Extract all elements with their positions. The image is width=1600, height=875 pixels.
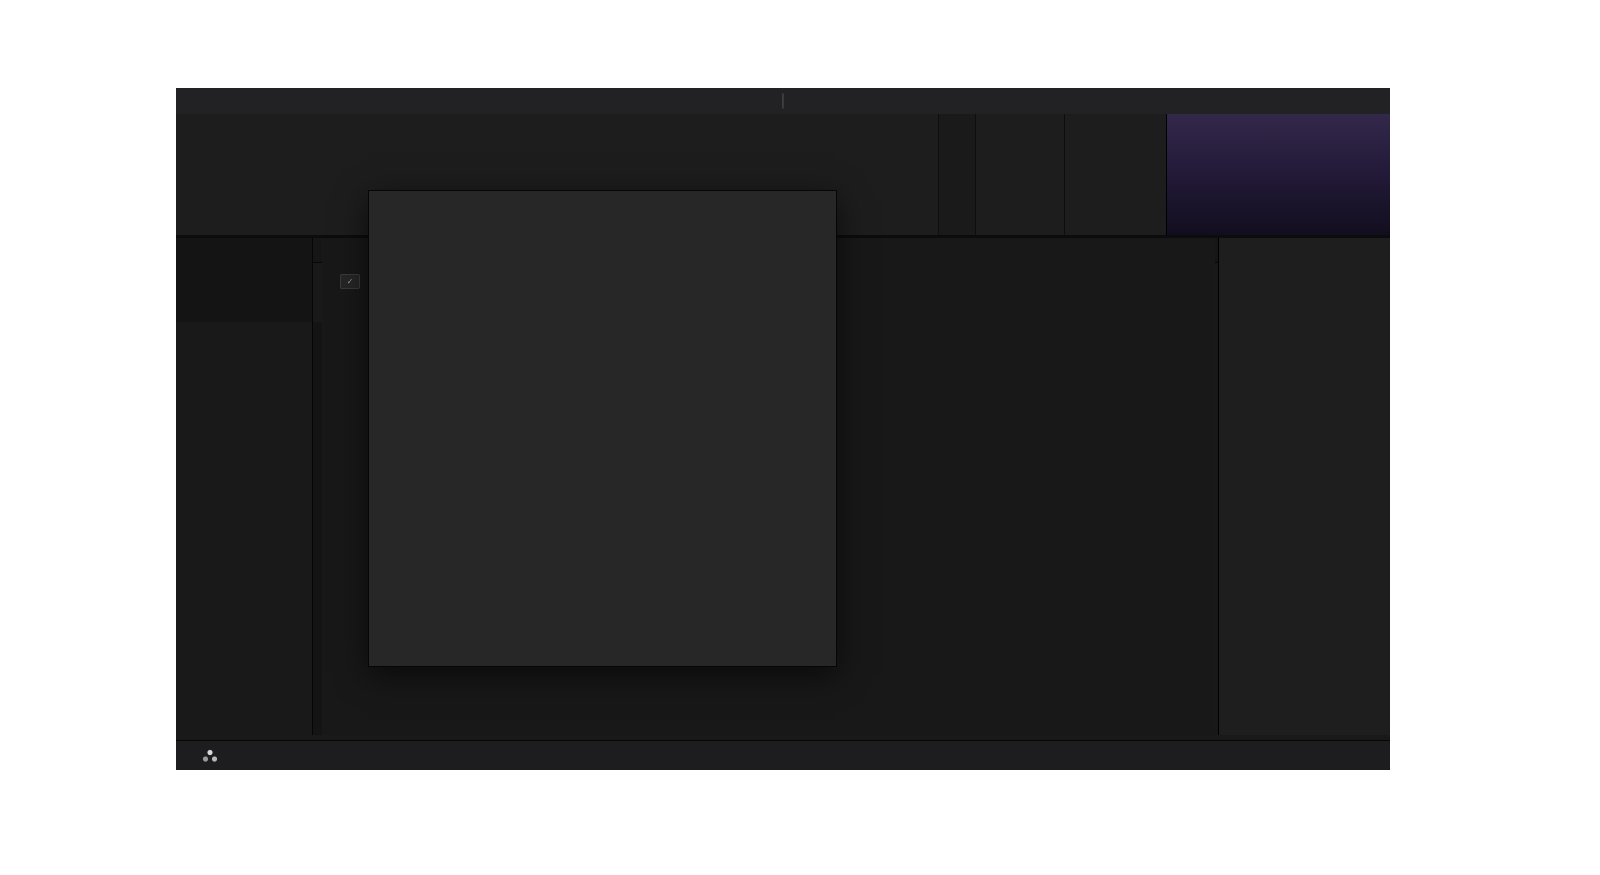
page-tabs — [176, 741, 1390, 770]
clip-attributes-icon[interactable]: ✓ — [340, 274, 360, 289]
bottom-page-bar — [176, 740, 1390, 770]
screenshot-page: | ∨ ✓ — [0, 0, 1600, 875]
mixer-panel — [1218, 238, 1390, 735]
bus1-meter-strip — [938, 114, 975, 235]
title-divider: | — [781, 92, 785, 110]
track-mini-meters — [313, 322, 322, 735]
transport-panel — [176, 238, 313, 322]
davinci-resolve-window: | ∨ ✓ — [176, 88, 1390, 770]
eq-plugin-dialog — [368, 190, 837, 667]
control-room-panel — [975, 114, 1064, 235]
top-toolbar: | — [176, 88, 1390, 115]
track-header-list — [176, 322, 313, 735]
loudness-panel — [1064, 114, 1165, 235]
project-title-area: | — [176, 88, 1390, 114]
video-monitor[interactable] — [1166, 114, 1390, 235]
